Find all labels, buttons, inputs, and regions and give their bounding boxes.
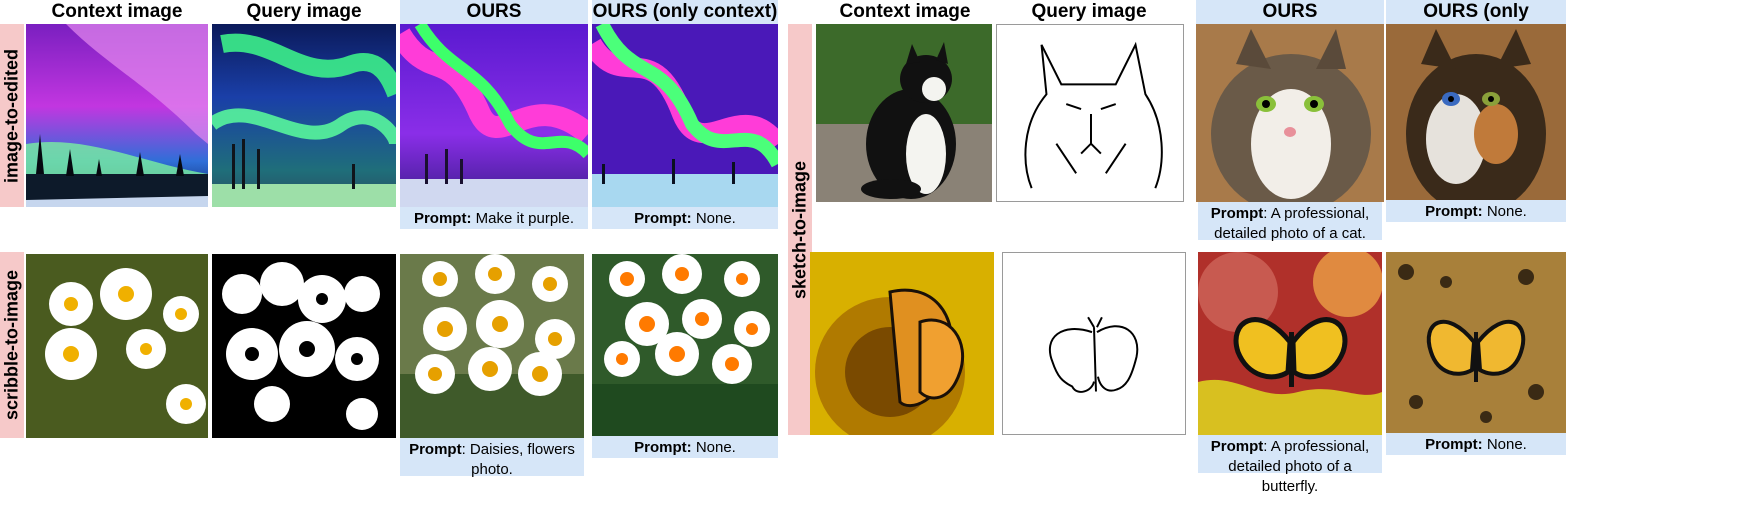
aurora-context-image xyxy=(26,24,208,207)
caption-cat-ours-context: Prompt: None. xyxy=(1386,200,1566,222)
caption-daisy-ours: Prompt: Daisies, flowers photo. xyxy=(400,438,584,478)
aurora-ours-context-image xyxy=(592,24,778,207)
task-label-image-to-edited: image-to-edited xyxy=(0,24,24,207)
header-context-right: Context image xyxy=(839,1,971,22)
caption-butterfly-ours: Prompt: A professional, detailed photo of… xyxy=(1198,435,1382,495)
header-ours-context-right: OURS (only context) xyxy=(1386,0,1566,46)
butterfly-ours-image xyxy=(1198,252,1382,435)
aurora-ours-image xyxy=(400,24,588,207)
header-query-right: Query image xyxy=(1031,1,1147,22)
caption-daisy-ours-context: Prompt: None. xyxy=(592,436,778,458)
butterfly-context-image xyxy=(810,252,994,435)
cat-ours-image xyxy=(1196,24,1384,202)
cat-query-sketch xyxy=(996,24,1184,202)
task-label-scribble-to-image: scribble-to-image xyxy=(0,252,24,438)
task-label-sketch-to-image: sketch-to-image xyxy=(788,24,812,435)
header-ours-context-left: OURS (only context) xyxy=(592,0,778,24)
caption-aurora-ours: Prompt: Make it purple. xyxy=(400,207,588,229)
cat-ours-context-image xyxy=(1386,24,1566,200)
header-query-left: Query image xyxy=(246,1,362,22)
daisy-ours-image xyxy=(400,254,584,438)
butterfly-ours-context-image xyxy=(1386,252,1566,433)
caption-butterfly-ours-context: Prompt: None. xyxy=(1386,433,1566,455)
header-ours-left: OURS xyxy=(400,0,588,24)
cat-context-image xyxy=(816,24,992,202)
butterfly-query-sketch xyxy=(1002,252,1186,435)
header-ours-right: OURS xyxy=(1196,0,1384,24)
daisy-context-image xyxy=(26,254,208,438)
daisy-query-scribble xyxy=(212,254,396,438)
header-context-left: Context image xyxy=(51,1,183,22)
aurora-query-image xyxy=(212,24,396,207)
daisy-ours-context-image xyxy=(592,254,778,438)
caption-aurora-ours-context: Prompt: None. xyxy=(592,207,778,229)
caption-cat-ours: Prompt: A professional, detailed photo of… xyxy=(1198,202,1382,242)
